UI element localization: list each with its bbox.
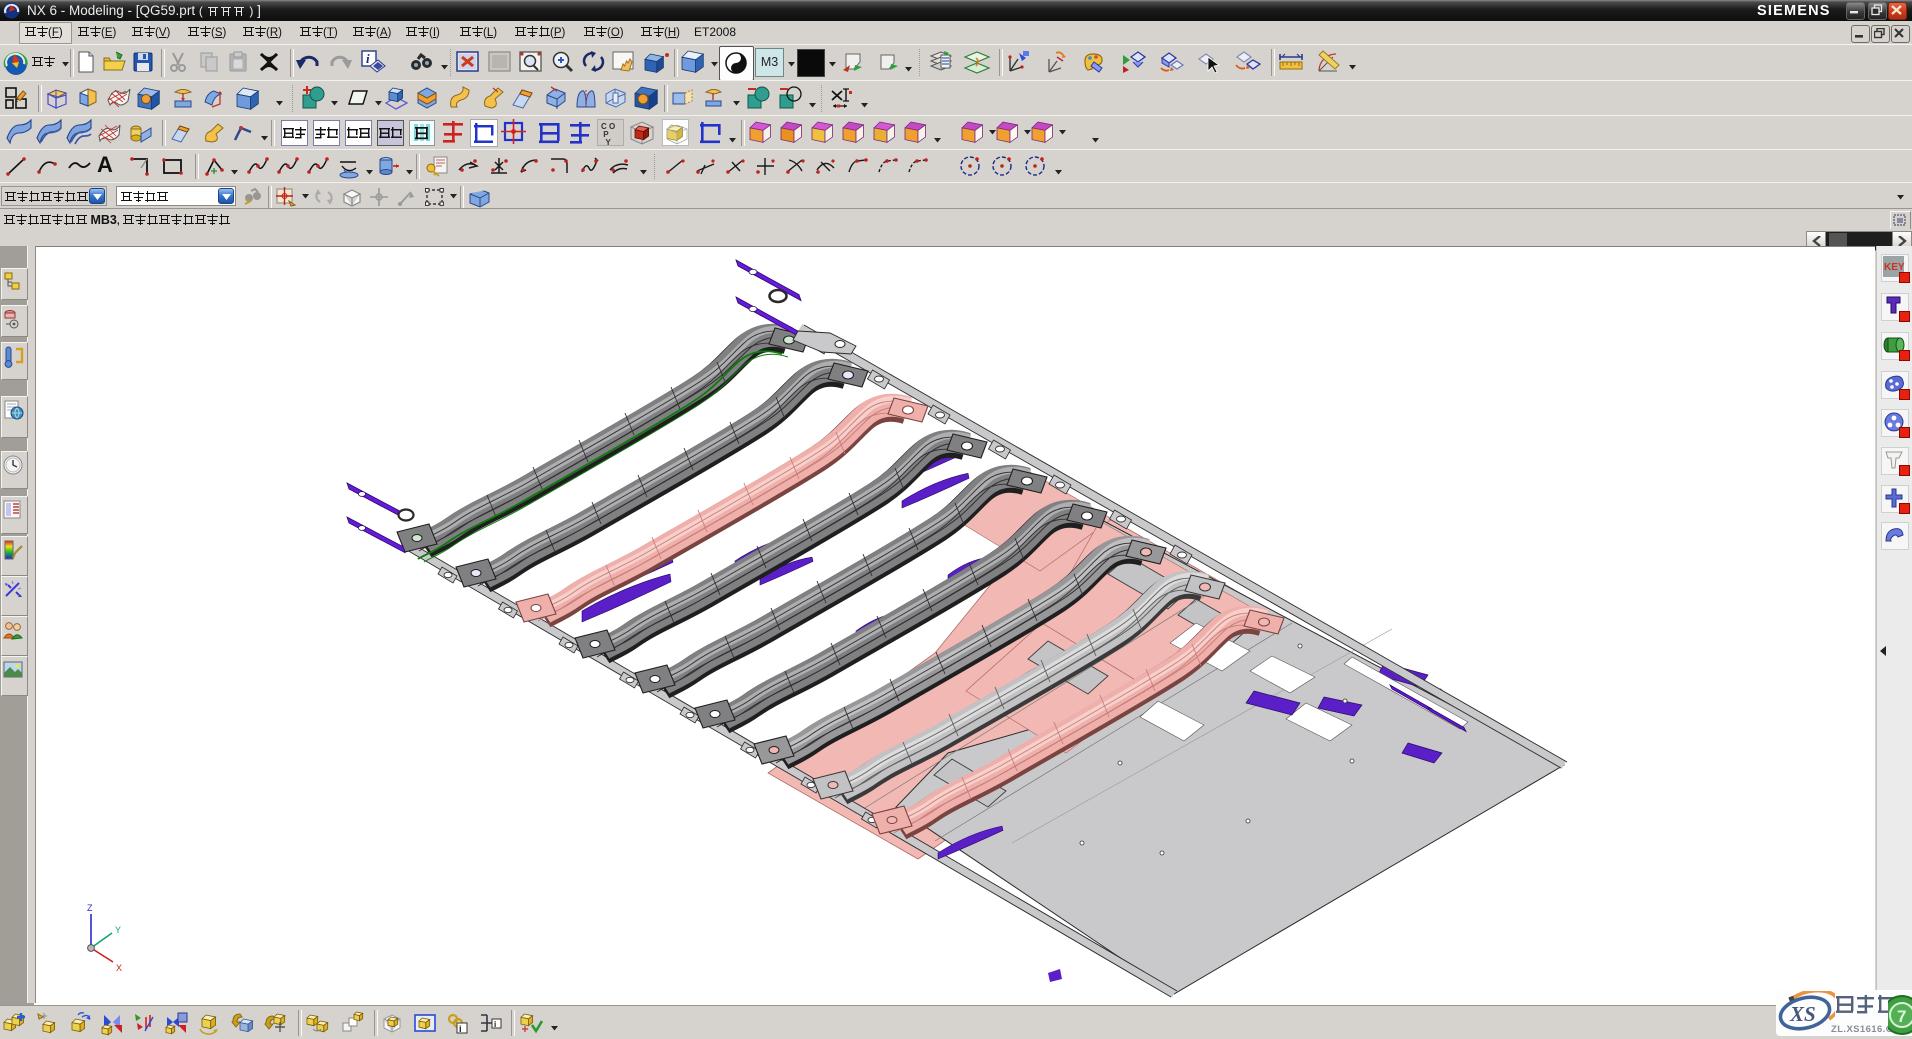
svg-text:Z: Z xyxy=(87,903,93,913)
svg-text:i: i xyxy=(459,1024,462,1034)
svg-text:Y: Y xyxy=(115,925,121,935)
svg-text:XS: XS xyxy=(1789,1002,1816,1026)
svg-text:i: i xyxy=(494,1020,496,1029)
svg-text:X: X xyxy=(116,963,122,973)
svg-text:i: i xyxy=(366,51,370,66)
svg-text:7: 7 xyxy=(1897,1007,1906,1026)
